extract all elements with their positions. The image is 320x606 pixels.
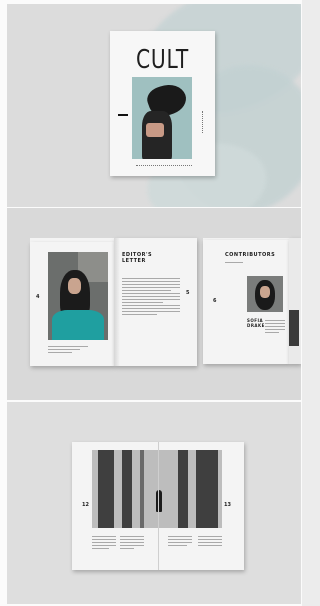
body-text-column xyxy=(198,536,222,548)
page-number: 5 xyxy=(186,290,190,296)
street-photo-spread: 12 13 xyxy=(72,442,244,570)
next-page-edge xyxy=(289,238,301,364)
editors-letter-spread: 4 EDITOR'S LETTER 5 xyxy=(30,238,197,366)
page-number: 4 xyxy=(36,294,40,300)
spread-right-page: EDITOR'S LETTER 5 xyxy=(114,238,197,366)
contributor-bio xyxy=(265,320,285,335)
spreads-mockup-panel: 4 EDITOR'S LETTER 5 CONTRIBUTORS 6 SOFIA… xyxy=(7,208,301,400)
portrait-photo xyxy=(48,252,108,340)
contributor-photo xyxy=(247,276,283,312)
contributor-name: SOFIA DRAKE xyxy=(247,318,265,328)
spread-left-page: 4 xyxy=(30,242,114,366)
body-text-column xyxy=(168,536,192,548)
cover-title: CULT xyxy=(135,45,190,75)
cover-side-text xyxy=(202,111,206,133)
street-photo xyxy=(92,450,222,528)
contributors-page: CONTRIBUTORS 6 SOFIA DRAKE xyxy=(203,240,289,364)
photo-spread-panel: 12 13 xyxy=(7,402,301,604)
cover-subtitle-line xyxy=(136,165,192,168)
page-number: 12 xyxy=(82,502,89,508)
contributors-heading: CONTRIBUTORS xyxy=(225,252,276,258)
subheading-text xyxy=(225,262,243,265)
contributors-spread: CONTRIBUTORS 6 SOFIA DRAKE xyxy=(203,238,301,364)
body-text-column xyxy=(92,536,116,551)
page-number: 6 xyxy=(213,298,217,304)
cover-mockup-panel: CULT xyxy=(7,4,301,207)
page-number: 13 xyxy=(224,502,231,508)
body-text xyxy=(122,278,180,317)
body-text-column xyxy=(120,536,144,551)
image-frame: CULT 4 EDITOR'S LETTER 5 CONTRIBUTORS 6 … xyxy=(0,0,302,606)
cover-photo xyxy=(132,77,192,159)
caption-text xyxy=(48,346,88,355)
open-spread: 12 13 xyxy=(72,442,244,570)
editors-letter-heading: EDITOR'S LETTER xyxy=(122,252,153,264)
spine-fold xyxy=(158,442,159,570)
walking-figure xyxy=(156,490,162,512)
magazine-cover: CULT xyxy=(110,31,215,176)
cover-accent-bar xyxy=(118,114,128,116)
